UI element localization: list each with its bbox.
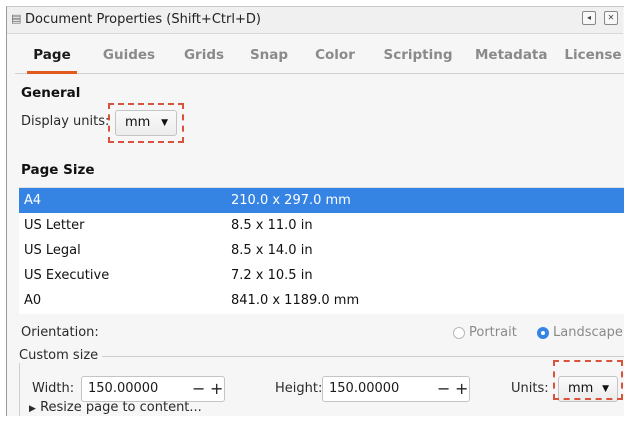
tab-metadata[interactable]: Metadata — [475, 37, 548, 73]
page-size-list[interactable]: A4 210.0 x 297.0 mm US Letter 8.5 x 11.0… — [19, 187, 624, 314]
page-size-row-a4[interactable]: A4 210.0 x 297.0 mm — [19, 188, 624, 213]
resize-label: Resize page to content... — [40, 400, 202, 415]
document-icon: ▤ — [11, 12, 22, 25]
height-decrement-button[interactable]: − — [437, 377, 450, 400]
height-increment-button[interactable]: + — [455, 377, 468, 400]
display-units-label: Display units: — [21, 114, 110, 129]
title-bar[interactable]: ▤ Document Properties (Shift+Ctrl+D) ◂ ✕ — [7, 7, 623, 34]
highlight-display-units — [108, 103, 184, 143]
page-size-row-us-legal[interactable]: US Legal 8.5 x 14.0 in — [19, 238, 624, 263]
height-input[interactable]: 150.00000 — [329, 377, 399, 401]
tab-page[interactable]: Page — [27, 37, 77, 74]
width-decrement-button[interactable]: − — [192, 377, 205, 400]
tab-guides[interactable]: Guides — [99, 37, 159, 73]
document-properties-window: ▤ Document Properties (Shift+Ctrl+D) ◂ ✕… — [6, 6, 624, 416]
width-increment-button[interactable]: + — [210, 377, 223, 400]
portrait-label[interactable]: Portrait — [469, 325, 517, 340]
tab-bar: Page Guides Grids Snap Color Scripting M… — [15, 37, 624, 74]
units-label: Units: — [511, 381, 549, 396]
custom-size-label: Custom size — [19, 348, 103, 363]
height-spinbox[interactable]: 150.00000 − + — [322, 376, 470, 402]
resize-expander[interactable]: ▶ Resize page to content... — [29, 400, 202, 415]
page-size-row-us-letter[interactable]: US Letter 8.5 x 11.0 in — [19, 213, 624, 238]
landscape-radio[interactable] — [537, 327, 549, 339]
tab-scripting[interactable]: Scripting — [380, 37, 456, 73]
tab-grids[interactable]: Grids — [180, 37, 228, 73]
page-size-heading: Page Size — [21, 162, 95, 178]
page-size-row-a0[interactable]: A0 841.0 x 1189.0 mm — [19, 288, 624, 313]
page-size-row-us-executive[interactable]: US Executive 7.2 x 10.5 in — [19, 263, 624, 288]
height-label: Height: — [275, 381, 323, 396]
portrait-radio[interactable] — [453, 327, 465, 339]
tab-color[interactable]: Color — [313, 37, 357, 73]
tab-snap[interactable]: Snap — [247, 37, 291, 73]
restore-icon[interactable]: ◂ — [582, 11, 596, 25]
tab-license[interactable]: License — [563, 37, 623, 73]
width-input[interactable]: 150.00000 — [88, 377, 158, 401]
general-heading: General — [21, 85, 81, 101]
highlight-units — [553, 360, 623, 400]
orientation-label: Orientation: — [21, 325, 99, 340]
landscape-label[interactable]: Landscape — [553, 325, 623, 340]
close-icon[interactable]: ✕ — [604, 11, 618, 25]
window-title: Document Properties (Shift+Ctrl+D) — [25, 12, 261, 27]
triangle-right-icon: ▶ — [29, 404, 36, 414]
width-spinbox[interactable]: 150.00000 − + — [81, 376, 225, 402]
width-label: Width: — [32, 381, 75, 396]
